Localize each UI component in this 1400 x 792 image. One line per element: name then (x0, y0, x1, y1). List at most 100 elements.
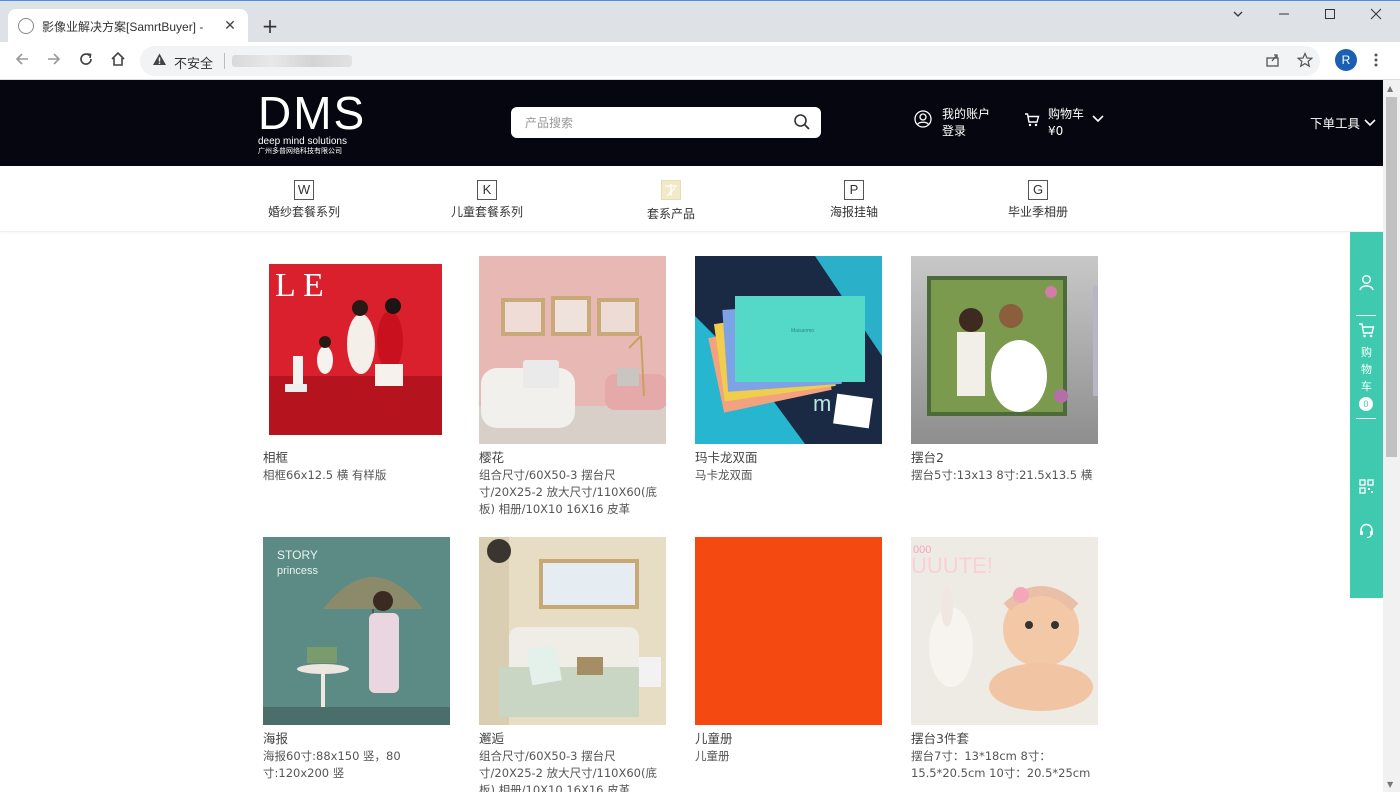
category-sets[interactable]: 套系产品 (621, 180, 721, 222)
page-scrollbar[interactable]: ▲ ▼ (1383, 80, 1400, 792)
page-favicon-icon (18, 18, 34, 34)
user-icon[interactable] (1358, 274, 1375, 291)
tab-title: 影像业解决方案[SamrtBuyer] - (42, 19, 204, 34)
warning-icon[interactable] (152, 52, 167, 71)
cart-count-badge: 0 (1359, 397, 1373, 411)
redacted-url (232, 55, 352, 67)
svg-text:Maisanmo: Maisanmo (791, 328, 814, 334)
product-name[interactable]: 儿童册 (695, 731, 885, 747)
product-card[interactable]: 摆台2 摆台5寸:13x13 8寸:21.5x13.5 横 (911, 256, 1101, 484)
forward-icon[interactable] (43, 50, 65, 72)
category-set-image-icon (661, 180, 681, 200)
product-image[interactable]: STORY princess (263, 537, 450, 725)
user-circle-icon (914, 110, 932, 128)
category-posters[interactable]: P 海报挂轴 (804, 180, 904, 220)
search-box (511, 107, 821, 138)
cart-icon (1024, 112, 1040, 128)
profile-avatar[interactable]: R (1335, 49, 1357, 71)
category-wedding[interactable]: W 婚纱套餐系列 (254, 180, 354, 220)
product-image[interactable]: L E (263, 256, 450, 444)
scrollbar-thumb[interactable] (1386, 97, 1397, 457)
category-k-icon: K (477, 180, 497, 200)
category-label: 儿童套餐系列 (450, 205, 523, 219)
product-card[interactable]: STORY princess 海报 海报60寸:88x150 竖，80寸:120… (263, 537, 453, 782)
product-desc: 儿童册 (695, 749, 730, 763)
maximize-icon[interactable] (1307, 7, 1353, 27)
category-p-icon: P (844, 180, 864, 200)
product-desc: 相框66x12.5 横 有样版 (263, 468, 387, 482)
window-list-chevron-icon[interactable] (1215, 7, 1261, 27)
product-name[interactable]: 海报 (263, 731, 453, 747)
product-desc: 马卡龙双面 (695, 468, 753, 482)
cart-icon[interactable] (1358, 322, 1375, 339)
product-image[interactable] (695, 537, 882, 725)
search-input[interactable] (511, 107, 781, 138)
address-separator (224, 53, 225, 69)
category-g-icon: G (1028, 180, 1048, 200)
back-icon[interactable] (11, 50, 33, 72)
new-tab-button[interactable]: + (260, 14, 280, 38)
browser-menu-icon[interactable] (1373, 52, 1379, 72)
bookmark-star-icon[interactable] (1296, 52, 1314, 72)
product-image[interactable]: 000 UUUTE! (911, 537, 1098, 725)
product-card[interactable]: Maisanmo m 玛卡龙双面 马卡龙双面 (695, 256, 885, 484)
svg-text:princess: princess (277, 565, 318, 577)
cart-label: 购物车 (1048, 107, 1085, 121)
chevron-down-icon[interactable] (1092, 112, 1104, 129)
svg-text:UUUTE!: UUUTE! (911, 553, 993, 578)
headset-icon[interactable] (1358, 522, 1375, 539)
product-name[interactable]: 摆台2 (911, 450, 1101, 466)
cart-vertical-label[interactable]: 购 物 车 (1350, 344, 1383, 395)
product-image[interactable] (479, 537, 666, 725)
category-kids[interactable]: K 儿童套餐系列 (437, 180, 537, 220)
order-tools-label: 下单工具 (1310, 116, 1361, 131)
search-icon[interactable] (793, 113, 811, 131)
floating-sidebar: 购 物 车 0 (1350, 232, 1383, 598)
login-link[interactable]: 登录 (942, 123, 990, 140)
page-viewport: DMS deep mind solutions 广州多普网络科技有限公司 我的账… (0, 80, 1383, 792)
product-name[interactable]: 邂逅 (479, 731, 669, 747)
qr-code-icon[interactable] (1358, 478, 1375, 495)
product-desc: 组合尺寸/60X50-3 摆台尺寸/20X25-2 放大尺寸/110X60(底板… (479, 749, 657, 792)
category-graduation[interactable]: G 毕业季相册 (988, 180, 1088, 220)
tab-close-icon[interactable]: ✕ (222, 18, 238, 34)
reload-icon[interactable] (75, 50, 97, 72)
product-card[interactable]: L E 相框 相框66x12.5 横 有样版 (263, 256, 453, 484)
browser-tab-strip: 影像业解决方案[SamrtBuyer] - ✕ + (0, 0, 1400, 43)
product-name[interactable]: 玛卡龙双面 (695, 450, 885, 466)
divider (1356, 315, 1376, 316)
scroll-up-arrow-icon[interactable]: ▲ (1387, 84, 1393, 93)
product-desc: 摆台7寸：13*18cm 8寸：15.5*20.5cm 10寸：20.5*25c… (911, 749, 1091, 780)
order-tools-menu[interactable]: 下单工具 (1310, 113, 1376, 132)
product-card[interactable]: 儿童册 儿童册 (695, 537, 885, 765)
scroll-down-arrow-icon[interactable]: ▼ (1387, 780, 1393, 789)
product-image[interactable]: Maisanmo m (695, 256, 882, 444)
minimize-icon[interactable] (1261, 7, 1307, 27)
product-image[interactable] (911, 256, 1098, 444)
svg-text:STORY: STORY (277, 548, 318, 562)
product-card[interactable]: 邂逅 组合尺寸/60X50-3 摆台尺寸/20X25-2 放大尺寸/110X60… (479, 537, 669, 792)
product-name[interactable]: 樱花 (479, 450, 669, 466)
product-desc: 组合尺寸/60X50-3 摆台尺寸/20X25-2 放大尺寸/110X60(底板… (479, 468, 657, 516)
divider (1356, 418, 1376, 419)
close-window-icon[interactable] (1353, 7, 1399, 27)
site-logo[interactable]: DMS deep mind solutions 广州多普网络科技有限公司 (258, 90, 370, 160)
category-label: 海报挂轴 (829, 205, 878, 219)
product-name[interactable]: 摆台3件套 (911, 731, 1101, 747)
category-label: 婚纱套餐系列 (267, 205, 340, 219)
account-label: 我的账户 (942, 107, 991, 121)
share-icon[interactable] (1265, 52, 1281, 72)
address-bar[interactable]: 不安全 (140, 46, 1320, 76)
site-header: DMS deep mind solutions 广州多普网络科技有限公司 我的账… (0, 80, 1383, 166)
cart-char: 车 (1361, 380, 1372, 393)
product-card[interactable]: 樱花 组合尺寸/60X50-3 摆台尺寸/20X25-2 放大尺寸/110X60… (479, 256, 669, 518)
cart-char: 物 (1361, 363, 1372, 376)
browser-tab[interactable]: 影像业解决方案[SamrtBuyer] - ✕ (8, 9, 248, 43)
product-image[interactable] (479, 256, 666, 444)
browser-toolbar: 不安全 R (0, 42, 1400, 80)
home-icon[interactable] (107, 50, 129, 72)
product-name[interactable]: 相框 (263, 450, 453, 466)
category-label: 毕业季相册 (1007, 205, 1068, 219)
product-card[interactable]: 000 UUUTE! 摆台3件套 摆台7寸：13*18cm 8寸：15.5*20… (911, 537, 1101, 782)
insecure-label[interactable]: 不安全 (174, 53, 213, 72)
